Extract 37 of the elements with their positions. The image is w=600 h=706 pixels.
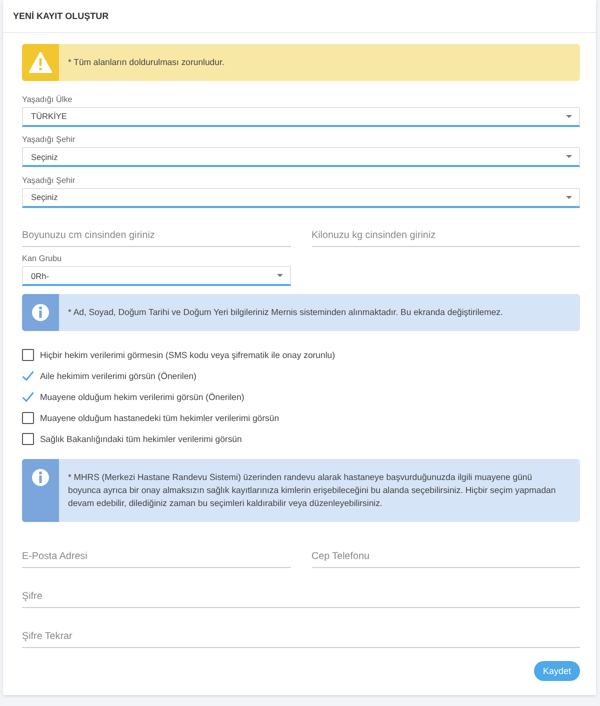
checkbox[interactable] <box>22 349 34 361</box>
check-icon <box>22 370 34 382</box>
alert-text: * MHRS (Merkezi Hastane Randevu Sistemi) üzerinden randevu alarak hastaneye başvurduğunuzda ilgili muayene günü boyunca ayrıca bir onay almaksızın sağlık kayıtlarınıza kimlerin erişebileceğini bu alanda seçebilirsiniz. Hiçbir seçim yapmadan devam edebilir, dilediğiniz zaman bu seçimleri kaldırabilir veya düzenleyebilirsiniz. <box>68 470 557 510</box>
select-field[interactable]: Seçiniz <box>22 147 580 167</box>
text-field[interactable]: E-Posta Adresi <box>22 546 290 568</box>
checkbox-label: Muayene olduğum hekim verilerimi görsün (Önerilen) <box>40 392 244 402</box>
form-title: YENİ KAYIT OLUŞTUR <box>13 11 109 21</box>
text-field[interactable]: Şifre Tekrar <box>22 626 580 648</box>
caret-icon <box>276 274 282 277</box>
info-icon <box>22 458 59 522</box>
field-label: Kan Grubu <box>22 253 62 264</box>
alert-text: * Tüm alanların doldurulması zorunludur. <box>68 56 224 69</box>
field-label: Yaşadığı Ülke <box>22 94 72 104</box>
alert-text: * Ad, Soyad, Doğum Tarihi ve Doğum Yeri bilgileriniz Mernis sisteminden alınmaktadır. Bu ekranda değiştirilemez. <box>68 306 503 318</box>
text-field[interactable]: Boyunuzu cm cinsinden giriniz <box>22 224 290 246</box>
field-label: Yaşadığı Şehir <box>22 134 76 145</box>
field-label: Yaşadığı Şehir <box>22 174 76 186</box>
checkbox[interactable] <box>22 412 34 424</box>
warning-icon <box>22 44 59 81</box>
caret-icon <box>566 114 572 118</box>
checkbox-label: Sağlık Bakanlığındaki tüm hekimler verilerimi görsün <box>40 434 242 444</box>
checkbox-label: Hiçbir hekim verilerimi görmesin (SMS kodu veya şifrematik ile onay zorunlu) <box>40 350 335 360</box>
select-field[interactable]: TÜRKİYE <box>22 106 580 126</box>
checkbox-label: Aile hekimim verilerimi görsün (Önerilen) <box>40 371 196 381</box>
caret-icon <box>566 155 572 158</box>
caret-icon <box>566 196 572 198</box>
check-icon <box>22 391 34 403</box>
text-field[interactable]: Kilonuzu kg cinsinden giriniz <box>312 224 580 246</box>
select-field[interactable]: Seçiniz <box>22 188 580 208</box>
checkbox-label: Muayene olduğum hastanedeki tüm hekimler verilerimi görsün <box>40 413 280 423</box>
select-field[interactable]: 0Rh- <box>22 266 290 286</box>
text-field[interactable]: Cep Telefonu <box>312 546 580 568</box>
text-field[interactable]: Şifre <box>22 586 580 608</box>
info-icon <box>22 294 59 330</box>
checkbox[interactable] <box>22 370 34 382</box>
checkbox[interactable] <box>22 391 34 403</box>
checkbox[interactable] <box>22 433 34 445</box>
